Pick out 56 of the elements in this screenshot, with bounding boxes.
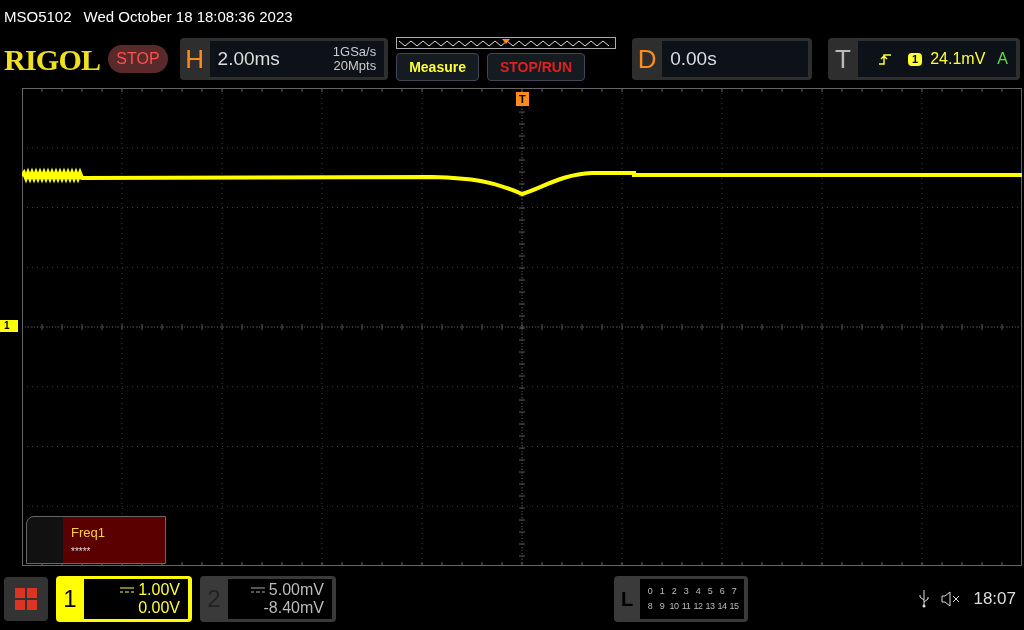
trigger-panel[interactable]: T 1 24.1mV A (828, 38, 1020, 80)
logic-channel-number: 5 (706, 584, 714, 598)
logic-channel-number: 13 (704, 600, 716, 613)
measurement-panel[interactable]: Freq1 ***** (26, 516, 166, 564)
horizontal-panel[interactable]: H 2.00ms 1GSa/s 20Mpts (179, 38, 389, 80)
logic-channel-number: 2 (670, 584, 678, 598)
delay-panel[interactable]: D 0.00s (632, 38, 813, 80)
app-menu-button[interactable] (4, 577, 48, 621)
logic-channel-number: 10 (668, 600, 680, 613)
logic-channel-number: 14 (716, 600, 728, 613)
sample-rate: 1GSa/s (332, 45, 377, 59)
logic-channel-number: 4 (694, 584, 702, 598)
channel-number: 1 (62, 584, 78, 614)
run-state-badge: STOP (108, 45, 168, 73)
rising-edge-icon (878, 52, 893, 66)
measurement-value: ***** (71, 546, 92, 557)
usb-icon (919, 590, 930, 608)
logic-channel-number: 3 (682, 584, 690, 598)
memory-depth: 20Mpts (333, 59, 377, 73)
trigger-label: T (834, 42, 852, 76)
logic-channel-number: 0 (646, 584, 654, 598)
dc-coupling-icon (120, 587, 135, 593)
channel-scale: 5.00mV (268, 581, 324, 599)
logic-channel-number: 12 (692, 600, 704, 613)
menu-button[interactable]: STOP/RUN (487, 53, 586, 81)
date-time: Wed October 18 18:08:36 2023 (83, 6, 293, 27)
channel-scale: 1.00V (138, 581, 180, 599)
dc-coupling-icon (250, 587, 265, 593)
timebase-value: 2.00ms (217, 46, 280, 71)
trigger-level: 24.1mV (930, 49, 986, 69)
channel-panel[interactable]: 1 1.00V 0.00V (56, 576, 192, 622)
clock-time: 18:07 (973, 588, 1016, 611)
logic-channel-number: 6 (718, 584, 726, 598)
channel-level-marker: 1 (0, 320, 18, 332)
delay-label: D (636, 42, 658, 76)
muted-speaker-icon (941, 591, 962, 607)
logic-channel-number: 9 (658, 600, 666, 613)
measurement-name: Freq1 (71, 524, 106, 543)
logic-channel-number: 8 (646, 600, 654, 613)
menu-button[interactable]: Measure (396, 53, 479, 81)
brand-logo: RIGOL (4, 41, 101, 78)
grid-squares-icon (15, 588, 37, 610)
logic-label: L (619, 587, 635, 612)
model-name: MSO5102 (4, 6, 72, 27)
trigger-source-badge: 1 (908, 52, 923, 66)
logic-panel[interactable]: L 0 1 2 3 4 5 6 7 8 9 10 11 12 13 14 15 (614, 576, 748, 622)
trigger-position-marker: T (516, 92, 529, 106)
logic-channel-number: 11 (680, 600, 692, 613)
channel-offset: -8.40mV (263, 599, 324, 617)
trigger-mode: A (997, 49, 1008, 69)
logic-channel-number: 15 (728, 600, 740, 613)
logic-channel-number: 7 (730, 584, 738, 598)
logic-channel-number: 1 (658, 584, 666, 598)
channel-offset: 0.00V (138, 599, 180, 617)
delay-value: 0.00s (670, 46, 717, 71)
horizontal-label: H (184, 42, 205, 76)
